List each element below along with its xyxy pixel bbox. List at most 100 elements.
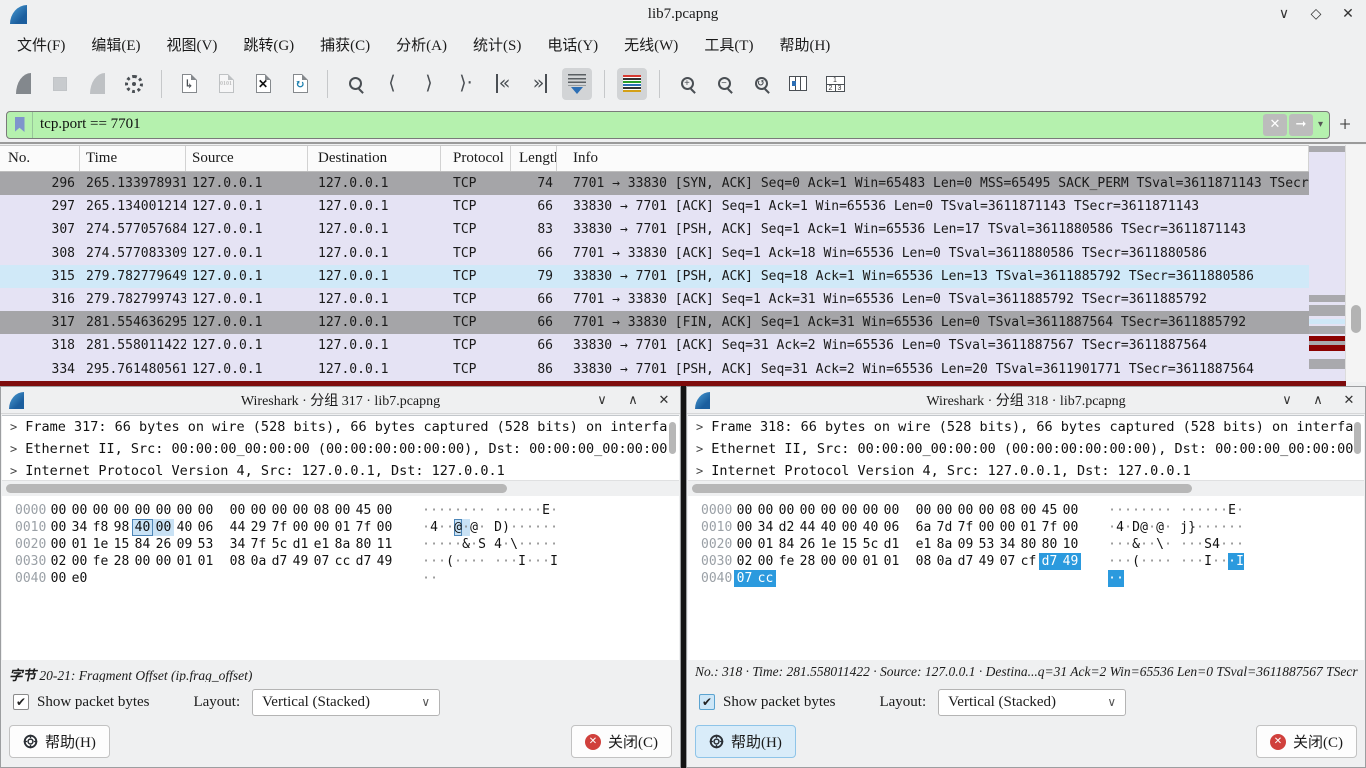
ascii-char[interactable]: · [1140, 536, 1148, 553]
packet-row[interactable]: 334 295.761480561 127.0.0.1 127.0.0.1 TC… [0, 358, 1309, 381]
hex-byte[interactable]: 5c [269, 536, 290, 553]
filter-text[interactable]: tcp.port == 7701 [33, 116, 141, 133]
filter-bookmark-button[interactable] [7, 112, 33, 138]
show-packet-bytes-checkbox[interactable]: ✔ [699, 694, 715, 710]
menu-item[interactable]: 电话(Y) [534, 30, 611, 59]
tree-row-ethernet[interactable]: >Ethernet II, Src: 00:00:00_00:00:00 (00… [688, 438, 1364, 460]
display-filter-input[interactable]: tcp.port == 7701 ✕ ➞ ▾ [6, 111, 1330, 139]
hex-byte[interactable]: d7 [269, 553, 290, 570]
hex-byte[interactable] [248, 570, 269, 587]
column-header-destination[interactable]: Destination [308, 146, 441, 171]
ascii-char[interactable]: @ [454, 519, 462, 536]
ascii-char[interactable]: 4 [1116, 519, 1124, 536]
reload-file-button[interactable]: ↻ [285, 68, 315, 100]
hex-byte[interactable]: 01 [860, 553, 881, 570]
hex-byte[interactable]: 44 [797, 519, 818, 536]
hex-byte[interactable]: 08 [227, 553, 248, 570]
restore-icon[interactable]: ∧ [625, 392, 641, 408]
packet-row[interactable]: 315 279.782779649 127.0.0.1 127.0.0.1 TC… [0, 265, 1309, 288]
hex-byte[interactable]: 06 [881, 519, 902, 536]
hex-byte[interactable] [153, 570, 174, 587]
layout-select[interactable]: Vertical (Stacked) ∨ [252, 689, 440, 716]
ascii-char[interactable]: · [1156, 553, 1164, 570]
help-button[interactable]: 帮助(H) [695, 725, 796, 758]
clear-filter-button[interactable]: ✕ [1263, 114, 1287, 136]
capture-options-button[interactable] [119, 68, 149, 100]
hex-byte[interactable]: 00 [755, 502, 776, 519]
show-packet-bytes-checkbox[interactable]: ✔ [13, 694, 29, 710]
ascii-char[interactable]: · [462, 502, 470, 519]
menu-item[interactable]: 捕获(C) [307, 30, 383, 59]
ascii-char[interactable]: · [1196, 536, 1204, 553]
first-packet-button[interactable]: « [488, 68, 518, 100]
start-capture-button[interactable] [8, 68, 38, 100]
ascii-char[interactable]: ( [1132, 553, 1140, 570]
hex-byte[interactable]: 80 [1039, 536, 1060, 553]
hex-byte[interactable]: 00 [69, 553, 90, 570]
hex-byte[interactable]: 28 [111, 553, 132, 570]
hex-byte[interactable] [955, 570, 976, 587]
ascii-char[interactable]: \ [1156, 536, 1164, 553]
ascii-char[interactable]: · [1108, 519, 1116, 536]
ascii-char[interactable]: 4 [494, 536, 502, 553]
hex-byte[interactable]: 00 [153, 553, 174, 570]
hex-byte[interactable]: 44 [227, 519, 248, 536]
find-packet-button[interactable] [340, 68, 370, 100]
ascii-char[interactable]: } [1188, 519, 1196, 536]
hex-byte[interactable]: 00 [48, 570, 69, 587]
hex-byte[interactable]: 80 [353, 536, 374, 553]
hex-byte[interactable]: 00 [374, 519, 395, 536]
hex-byte[interactable]: 1e [818, 536, 839, 553]
scrollbar-handle[interactable] [692, 484, 1192, 493]
hex-byte[interactable]: 00 [290, 502, 311, 519]
tree-vertical-scrollbar[interactable] [1354, 422, 1361, 454]
column-header-time[interactable]: Time [80, 146, 186, 171]
hex-byte[interactable]: 01 [69, 536, 90, 553]
ascii-char[interactable]: · [510, 553, 518, 570]
ascii-char[interactable]: · [502, 536, 510, 553]
expander-icon[interactable]: > [10, 464, 17, 478]
hex-byte[interactable]: e1 [913, 536, 934, 553]
ascii-char[interactable]: · [478, 502, 486, 519]
hex-byte[interactable]: 01 [332, 519, 353, 536]
ascii-char[interactable]: · [1236, 502, 1244, 519]
hex-byte[interactable]: 00 [69, 502, 90, 519]
maximize-icon[interactable]: ◇ [1308, 6, 1324, 23]
ascii-char[interactable]: · [518, 502, 526, 519]
ascii-char[interactable]: · [1116, 570, 1124, 587]
hex-byte[interactable]: 34 [227, 536, 248, 553]
hex-byte[interactable]: 00 [132, 553, 153, 570]
ascii-char[interactable]: · [462, 519, 470, 536]
ascii-char[interactable]: · [526, 536, 534, 553]
hex-byte[interactable] [1060, 570, 1081, 587]
ascii-char[interactable]: E [1228, 502, 1236, 519]
ascii-char[interactable]: \ [510, 536, 518, 553]
zoom-out-button[interactable]: − [709, 68, 739, 100]
ascii-char[interactable]: · [534, 536, 542, 553]
ascii-char[interactable]: @ [1140, 519, 1148, 536]
save-file-button[interactable]: 0101 [211, 68, 241, 100]
menu-item[interactable]: 无线(W) [611, 30, 691, 59]
tree-row-ip[interactable]: >Internet Protocol Version 4, Src: 127.0… [688, 460, 1364, 481]
menu-item[interactable]: 视图(V) [154, 30, 231, 59]
hex-byte[interactable] [934, 570, 955, 587]
hex-byte[interactable] [353, 570, 374, 587]
hex-byte[interactable]: e1 [311, 536, 332, 553]
hex-byte[interactable]: 09 [174, 536, 195, 553]
hex-byte[interactable]: 6a [913, 519, 934, 536]
hex-byte[interactable]: 7f [955, 519, 976, 536]
ascii-char[interactable]: · [1116, 502, 1124, 519]
ascii-char[interactable]: · [1220, 519, 1228, 536]
colorize-toggle[interactable] [617, 68, 647, 100]
expander-icon[interactable]: > [696, 442, 703, 456]
hex-byte[interactable] [818, 570, 839, 587]
ascii-char[interactable]: · [1124, 553, 1132, 570]
ascii-char[interactable]: · [470, 536, 478, 553]
hex-byte[interactable] [776, 570, 797, 587]
hex-byte[interactable] [111, 570, 132, 587]
hex-byte[interactable] [269, 570, 290, 587]
ascii-char[interactable]: · [422, 553, 430, 570]
hex-byte[interactable]: fe [776, 553, 797, 570]
hex-byte[interactable]: 07 [311, 553, 332, 570]
ascii-char[interactable]: · [1132, 502, 1140, 519]
